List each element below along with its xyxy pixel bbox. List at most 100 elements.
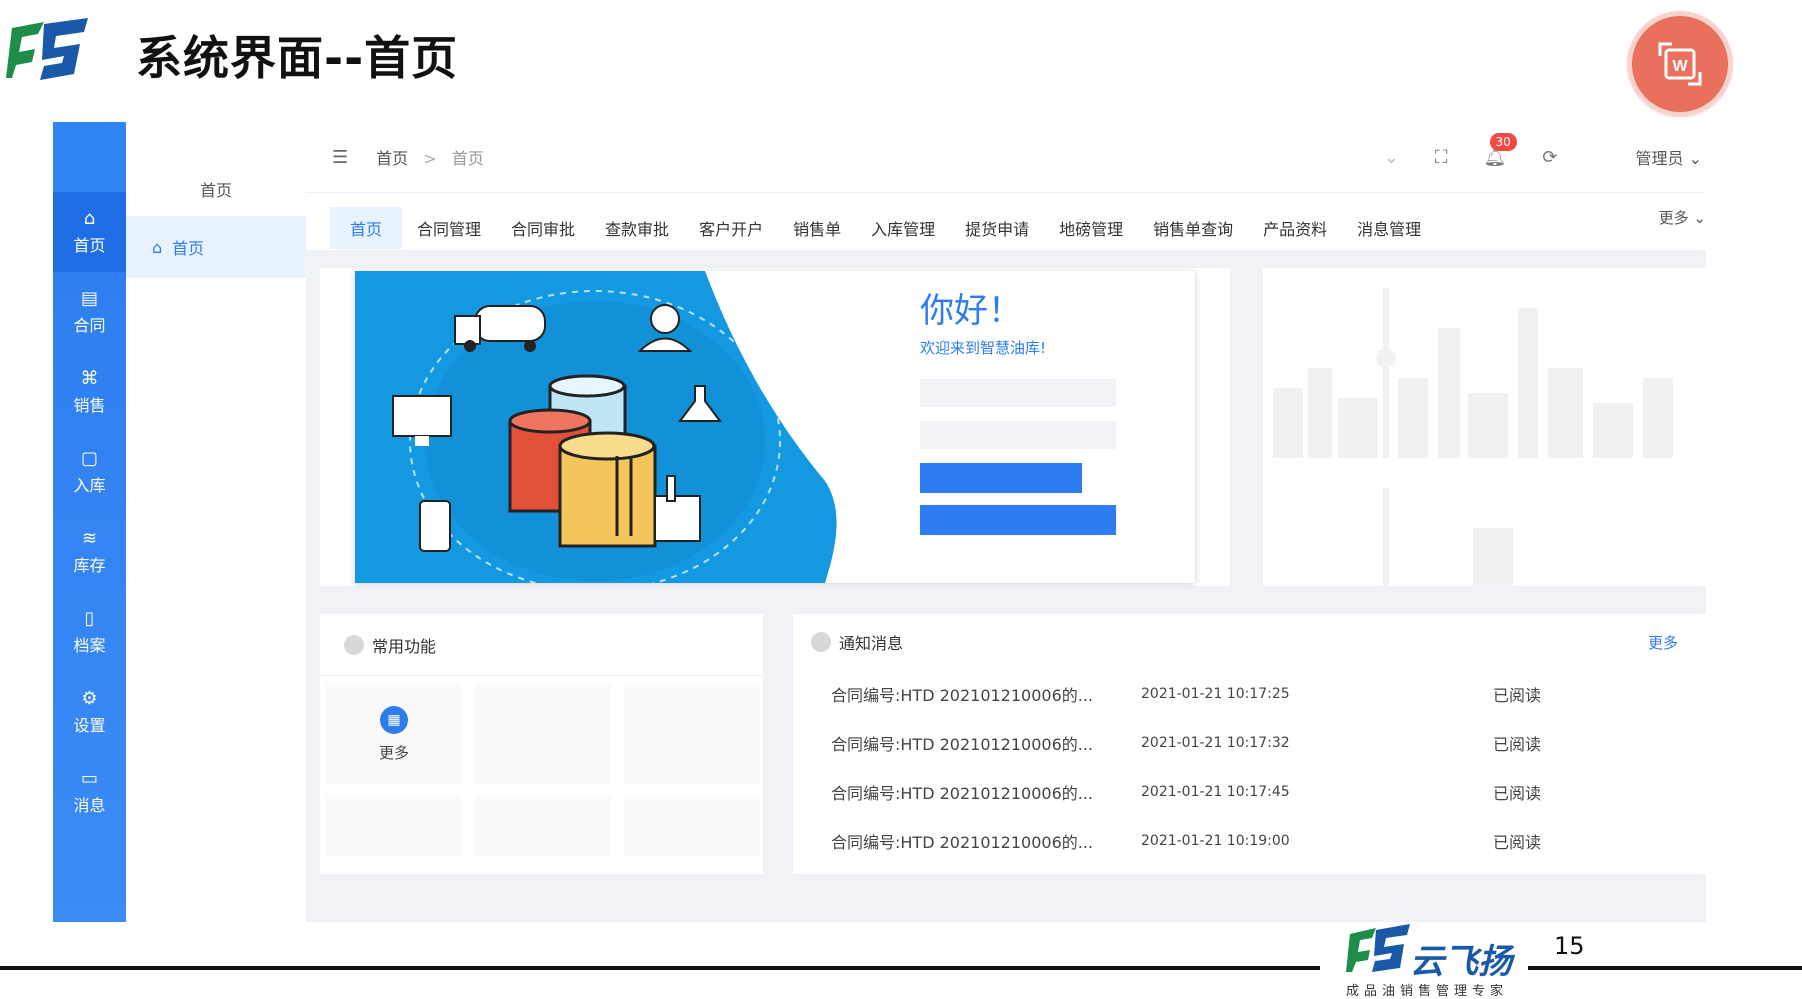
contract-icon: ▤ xyxy=(80,287,98,309)
rail-item-label: 库存 xyxy=(73,555,106,575)
notice-row-time: 2021-01-21 10:17:32 xyxy=(1141,734,1290,751)
notice-row[interactable]: 合同编号:HTD 202101210006的... 2021-01-21 10:… xyxy=(793,669,1706,718)
rail-item-archive[interactable]: ▯ 档案 xyxy=(53,592,126,672)
function-slot xyxy=(624,684,760,784)
notice-row-status: 已阅读 xyxy=(1493,783,1542,803)
city-skyline-panel xyxy=(1263,268,1706,586)
tab-message-manage[interactable]: 消息管理 xyxy=(1342,207,1436,249)
notice-row-title: 合同编号:HTD 202101210006的... xyxy=(831,734,1094,754)
panel-header-icon xyxy=(344,634,364,655)
settings-icon: ⚙ xyxy=(81,687,98,709)
login-verify-button xyxy=(920,463,1082,493)
notice-header: 通知消息 更多 xyxy=(793,614,1706,669)
rail-item-contract[interactable]: ▤ 合同 xyxy=(53,272,126,352)
sub-menu-item-label: 首页 xyxy=(172,239,205,258)
rail-item-label: 消息 xyxy=(73,795,106,815)
notification-badge: 30 xyxy=(1489,132,1517,151)
function-more-label: 更多 xyxy=(378,743,409,762)
bell-icon[interactable]: 🔔︎ 30 xyxy=(1484,132,1517,168)
menu-fold-icon[interactable]: ☰ xyxy=(332,147,348,168)
chevron-down-icon[interactable]: ⌄ xyxy=(1384,147,1399,168)
svg-text:W: W xyxy=(1672,58,1688,75)
document-w-icon[interactable]: W xyxy=(1632,16,1728,112)
refresh-icon[interactable]: ⟳ xyxy=(1542,147,1557,168)
login-banner-image: 你好！ 欢迎来到智慧油库! xyxy=(355,271,1195,583)
tab-payment-approve[interactable]: 查款审批 xyxy=(590,207,684,249)
notice-row[interactable]: 合同编号:HTD 202101210006的... 2021-01-21 10:… xyxy=(793,816,1706,865)
rail-item-sales[interactable]: ⌘ 销售 xyxy=(53,352,126,432)
breadcrumb-separator: > xyxy=(423,149,437,168)
tab-home[interactable]: 首页 xyxy=(330,206,403,249)
banner-hello: 你好！ xyxy=(920,291,1022,331)
slide-title: 系统界面--首页 xyxy=(136,31,459,85)
footer-rule xyxy=(0,966,1320,970)
tab-product-info[interactable]: 产品资料 xyxy=(1248,207,1342,249)
rail-item-message[interactable]: ▭ 消息 xyxy=(53,752,126,832)
tabs-more-label: 更多 xyxy=(1658,209,1689,227)
user-name: 管理员 xyxy=(1635,149,1684,168)
banner-welcome: 欢迎来到智慧油库! xyxy=(920,339,1047,357)
breadcrumb-current: 首页 xyxy=(451,149,484,168)
rail-item-label: 入库 xyxy=(73,475,106,495)
rail-item-label: 设置 xyxy=(73,715,106,735)
rail-item-home[interactable]: ⌂ 首页 xyxy=(53,192,126,272)
top-bar-actions: ⌄ ⛶ 🔔︎ 30 ⟳ 管理员 ⌄ xyxy=(1366,122,1706,192)
function-slot xyxy=(475,684,611,784)
rail-item-label: 销售 xyxy=(73,395,106,415)
user-menu[interactable]: 管理员 ⌄ xyxy=(1635,145,1702,169)
common-functions-panel: 常用功能 ▦ 更多 xyxy=(320,614,763,874)
tab-bar: 首页 合同管理 合同审批 查款审批 客户开户 销售单 入库管理 提货申请 地磅管… xyxy=(306,192,1706,250)
rail-item-label: 档案 xyxy=(73,635,106,655)
rail-item-settings[interactable]: ⚙ 设置 xyxy=(53,672,126,752)
tab-contract-manage[interactable]: 合同管理 xyxy=(402,207,496,249)
archive-icon: ▯ xyxy=(84,607,95,629)
brand-name: 云飞扬 xyxy=(1410,942,1512,982)
fullscreen-icon[interactable]: ⛶ xyxy=(1435,147,1448,168)
notice-row-status: 已阅读 xyxy=(1493,685,1542,705)
home-icon: ⌂ xyxy=(152,237,163,257)
function-slot xyxy=(475,796,611,856)
tab-weighbridge[interactable]: 地磅管理 xyxy=(1044,207,1138,249)
notice-title: 通知消息 xyxy=(839,633,904,653)
notice-panel: 通知消息 更多 合同编号:HTD 202101210006的... 2021-0… xyxy=(793,614,1706,874)
common-functions-title: 常用功能 xyxy=(372,636,437,656)
notice-row[interactable]: 合同编号:HTD 202101210006的... 2021-01-21 10:… xyxy=(793,718,1706,767)
sub-menu-title: 首页 xyxy=(199,181,232,200)
login-password-field xyxy=(920,421,1116,449)
tab-sales-order[interactable]: 销售单 xyxy=(778,207,856,249)
message-icon: ▭ xyxy=(80,767,98,789)
sub-menu: 首页 ⌂ 首页 xyxy=(126,122,306,922)
home-icon: ⌂ xyxy=(83,207,96,229)
tab-contract-approve[interactable]: 合同审批 xyxy=(496,207,590,249)
notice-more-link[interactable]: 更多 xyxy=(1648,632,1678,653)
page-number: 15 xyxy=(1554,932,1585,960)
tab-customer-open[interactable]: 客户开户 xyxy=(684,207,778,249)
function-slot xyxy=(624,796,760,856)
rail-header xyxy=(53,122,126,192)
tab-sales-query[interactable]: 销售单查询 xyxy=(1138,207,1248,249)
tab-inbound-manage[interactable]: 入库管理 xyxy=(856,207,950,249)
breadcrumb: 首页 > 首页 xyxy=(376,145,484,169)
notice-row-time: 2021-01-21 10:19:00 xyxy=(1141,832,1290,849)
top-bar: ☰ 首页 > 首页 ⌄ ⛶ 🔔︎ 30 ⟳ 管理员 ⌄ xyxy=(306,122,1706,192)
notice-row-title: 合同编号:HTD 202101210006的... xyxy=(831,832,1094,852)
tabs-more-button[interactable]: 更多 ⌄ xyxy=(1659,207,1706,228)
notice-row-time: 2021-01-21 10:17:25 xyxy=(1141,685,1290,702)
login-submit-button xyxy=(920,505,1116,535)
notice-row-status: 已阅读 xyxy=(1493,832,1542,852)
app-window: ⌂ 首页 ▤ 合同 ⌘ 销售 ▢ 入库 ≋ 库存 ▯ 档案 ⚙ 设置 ▭ 消息 xyxy=(53,122,1706,922)
rail-item-inventory[interactable]: ≋ 库存 xyxy=(53,512,126,592)
main-nav-rail: ⌂ 首页 ▤ 合同 ⌘ 销售 ▢ 入库 ≋ 库存 ▯ 档案 ⚙ 设置 ▭ 消息 xyxy=(53,122,126,922)
common-functions-header: 常用功能 xyxy=(320,614,763,676)
breadcrumb-item[interactable]: 首页 xyxy=(376,149,408,168)
company-logo xyxy=(6,18,88,80)
function-more-button[interactable]: ▦ 更多 xyxy=(326,684,462,784)
sub-menu-item-home[interactable]: ⌂ 首页 xyxy=(126,216,306,278)
notice-row-status: 已阅读 xyxy=(1493,734,1542,754)
rail-item-label: 合同 xyxy=(73,315,106,335)
rail-item-inbound[interactable]: ▢ 入库 xyxy=(53,432,126,512)
notice-row[interactable]: 合同编号:HTD 202101210006的... 2021-01-21 10:… xyxy=(793,767,1706,816)
tab-pickup-request[interactable]: 提货申请 xyxy=(950,207,1044,249)
sales-icon: ⌘ xyxy=(80,367,99,389)
function-slot xyxy=(326,796,462,856)
